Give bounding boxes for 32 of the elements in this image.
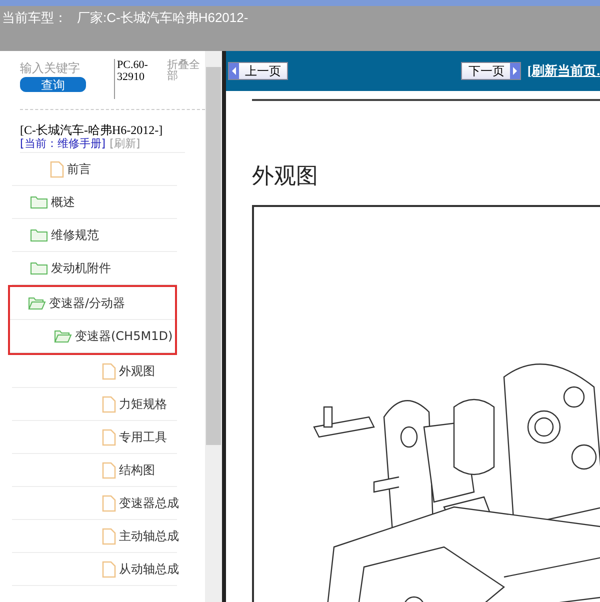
tree-item[interactable]: 变速器/分动器 [28, 294, 126, 312]
previous-page-button[interactable]: 上一页 [228, 62, 288, 80]
tree-item[interactable]: 发动机附件 [30, 260, 111, 276]
document-icon [50, 160, 64, 178]
document-icon [102, 494, 116, 512]
scrollbar[interactable] [205, 51, 222, 602]
tree-item[interactable]: 变速器总成 [102, 494, 179, 512]
tree-item[interactable]: 力矩规格 [102, 396, 167, 412]
tree-item[interactable]: 主动轴总成 [102, 528, 179, 544]
tree-item[interactable]: 结构图 [102, 462, 155, 478]
tree-item[interactable]: 前言 [50, 160, 91, 178]
manual-title: [C-长城汽车-哈弗H6-2012-] [20, 124, 164, 137]
document-icon [102, 362, 116, 380]
tree-item[interactable]: 专用工具 [102, 428, 167, 446]
document-icon [102, 396, 116, 412]
tree-item[interactable]: 从动轴总成 [102, 560, 179, 578]
current-model-label: 当前车型： [2, 9, 67, 27]
document-icon [102, 428, 116, 446]
document-icon [102, 462, 116, 478]
search-button[interactable]: 查询 [20, 77, 86, 92]
document-heading: 外观图 [252, 163, 319, 191]
current-model-value: 厂家:C-长城汽车哈弗H62012- [77, 9, 248, 27]
next-page-button[interactable]: 下一页 [461, 62, 522, 80]
tree-item[interactable]: 维修规范 [30, 226, 99, 244]
refresh-page-link[interactable]: [刷新当前页. [527, 62, 600, 80]
tree-item[interactable]: 概述 [30, 194, 75, 210]
tree-item[interactable]: 外观图 [102, 362, 155, 380]
current-manual-link[interactable]: [当前：维修手册] [20, 137, 106, 150]
document-icon [102, 560, 116, 578]
code-text: PC.60-32910 [114, 59, 161, 99]
tree-item[interactable]: 变速器(CH5M1D) [54, 328, 173, 344]
document-icon [102, 528, 116, 544]
